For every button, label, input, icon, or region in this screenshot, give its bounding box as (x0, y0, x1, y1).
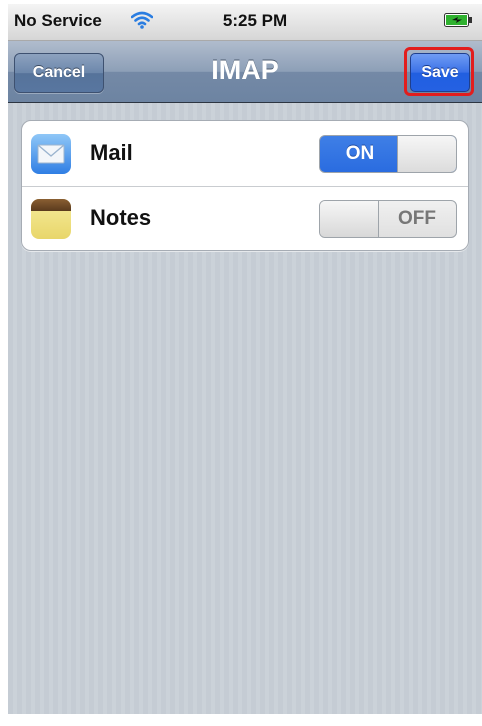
notes-toggle-knob[interactable] (320, 201, 379, 237)
setting-row-notes: Notes OFF (22, 186, 468, 251)
settings-table: Mail ON Notes OFF (21, 120, 469, 251)
setting-row-mail: Mail ON (22, 121, 468, 187)
clock: 5:25 PM (222, 11, 288, 30)
save-button-highlight: Save (404, 47, 474, 96)
phone-screen: No Service 5:25 PM Cancel IMAP Save Mail… (8, 4, 482, 714)
notes-icon (31, 199, 71, 239)
notes-toggle-switch[interactable]: OFF (319, 200, 457, 238)
battery-charging-icon (444, 13, 472, 27)
mail-toggle-state: ON (345, 143, 375, 164)
mail-icon (31, 134, 71, 174)
mail-toggle-switch[interactable]: ON (319, 135, 457, 173)
setting-label-notes: Notes (90, 205, 152, 230)
notes-toggle-state: OFF (398, 208, 436, 229)
status-bar: No Service 5:25 PM (8, 4, 482, 41)
mail-toggle-knob[interactable] (397, 136, 456, 172)
navigation-bar: Cancel IMAP Save (8, 41, 482, 103)
save-button[interactable]: Save (410, 53, 470, 92)
setting-label-mail: Mail (90, 140, 133, 165)
